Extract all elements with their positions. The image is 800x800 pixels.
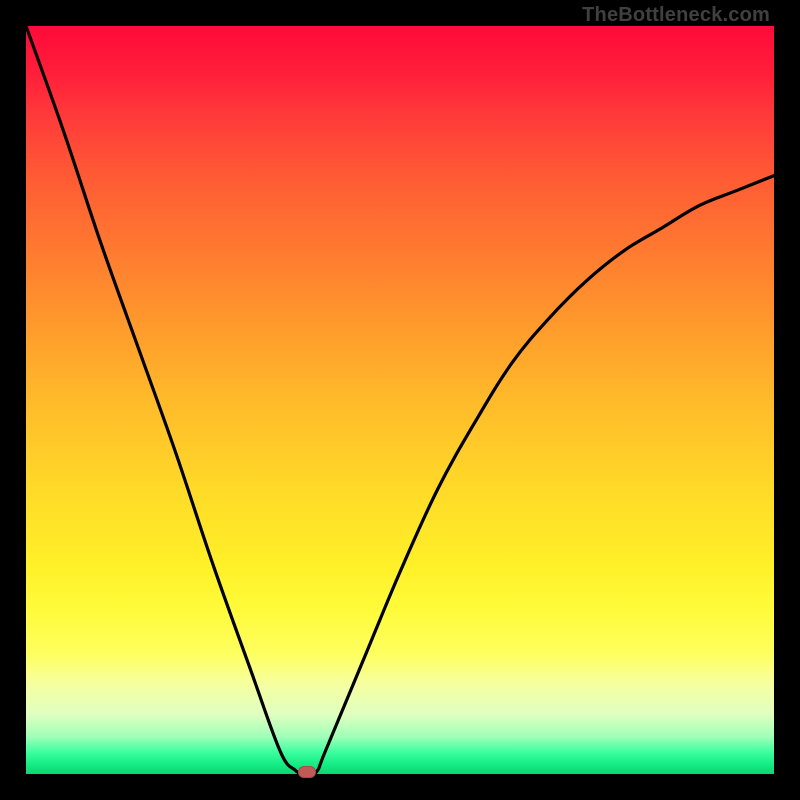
bottleneck-curve-path <box>26 26 774 774</box>
chart-line-layer <box>26 26 774 774</box>
watermark-text: TheBottleneck.com <box>582 4 770 27</box>
chart-frame <box>26 26 774 774</box>
optimum-marker <box>298 766 316 778</box>
